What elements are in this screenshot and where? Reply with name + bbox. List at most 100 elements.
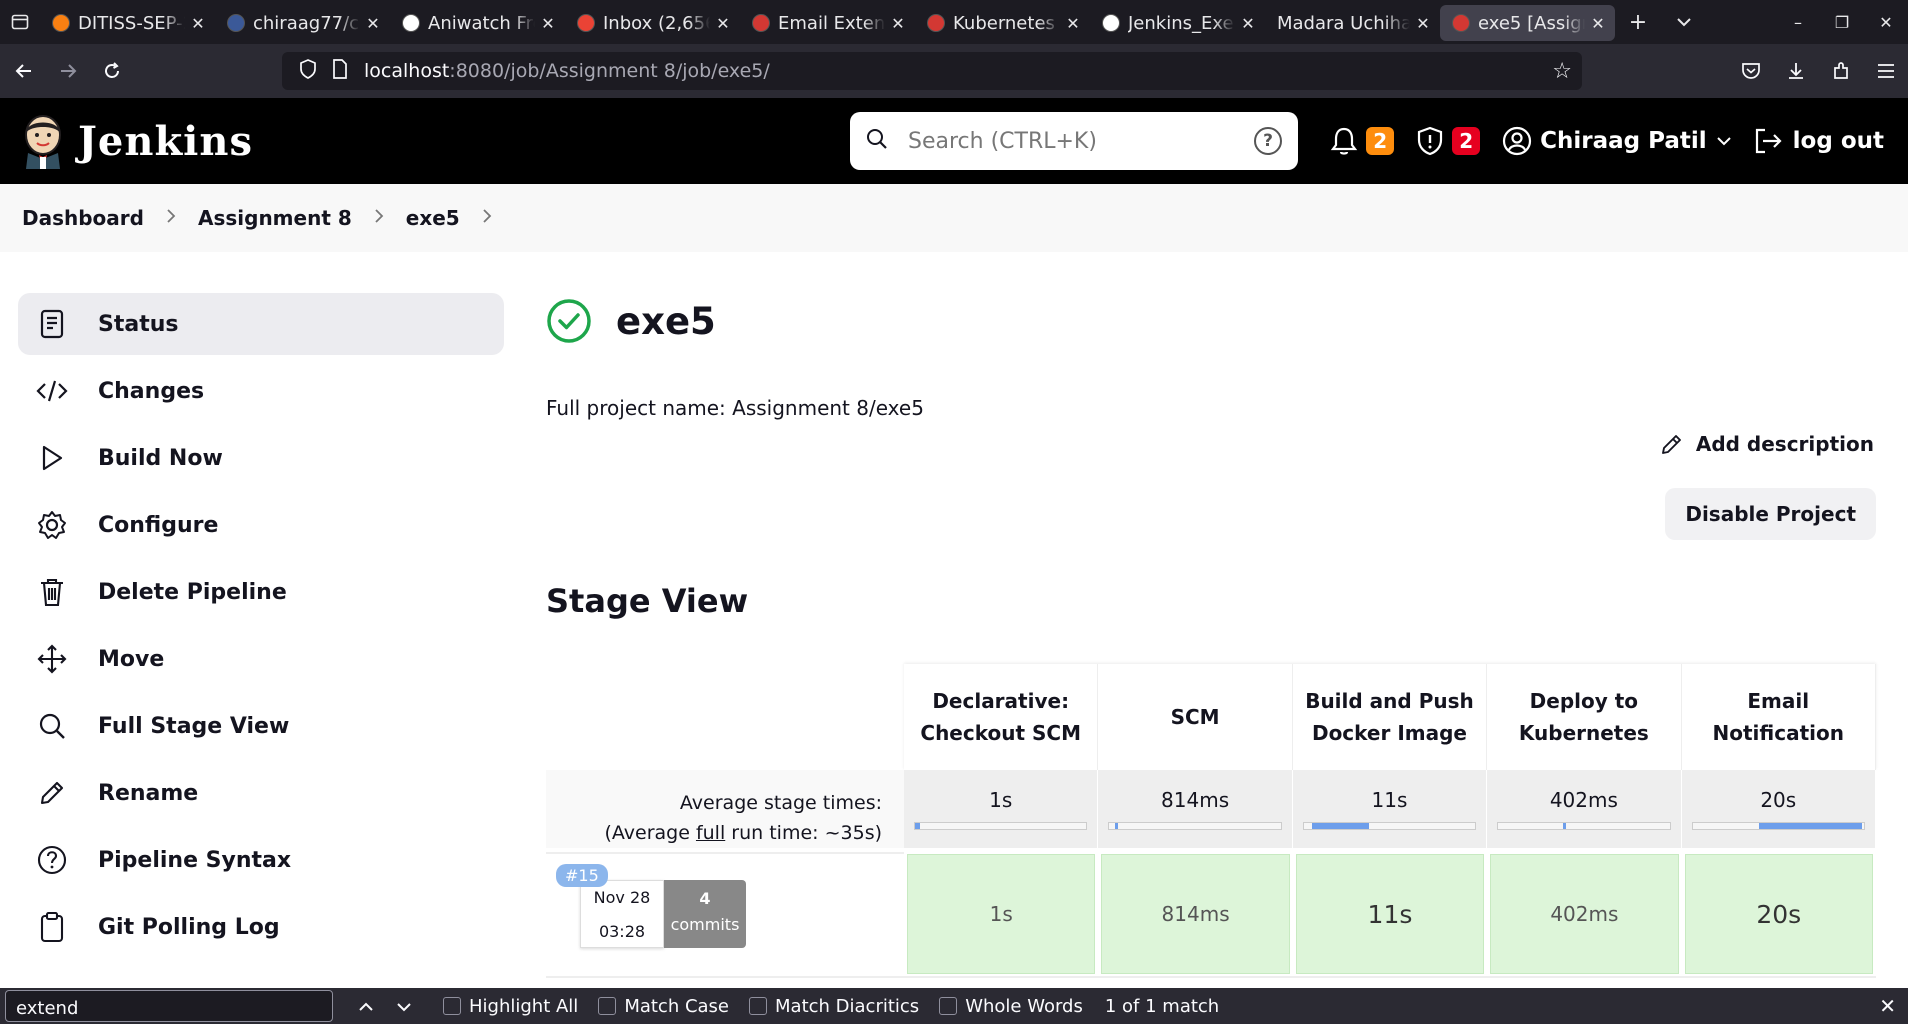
shield-alert-icon	[1418, 126, 1443, 156]
sidebar-item-status[interactable]: Status	[18, 293, 504, 355]
menu-icon[interactable]	[1863, 49, 1908, 93]
code-icon	[36, 375, 68, 407]
build-commits[interactable]: 4 commits	[664, 880, 746, 948]
highlight-all-checkbox[interactable]: Highlight All	[443, 996, 578, 1017]
close-find-bar-icon[interactable]: ✕	[1879, 994, 1896, 1018]
extensions-icon[interactable]	[1818, 49, 1863, 93]
minimize-icon[interactable]: –	[1776, 0, 1820, 44]
disable-project-button[interactable]: Disable Project	[1665, 488, 1876, 540]
new-tab-icon[interactable]: +	[1615, 0, 1661, 44]
sidebar-item-move[interactable]: Move	[18, 628, 504, 690]
find-input[interactable]	[5, 990, 333, 1022]
close-tab-icon[interactable]: ✕	[1589, 14, 1607, 33]
breadcrumb-folder[interactable]: Assignment 8	[198, 206, 352, 230]
stage-run-cell[interactable]: 20s	[1682, 852, 1876, 976]
sidebar-item-delete-pipeline[interactable]: Delete Pipeline	[18, 561, 504, 623]
breadcrumb-job[interactable]: exe5	[406, 206, 460, 230]
find-next-icon[interactable]	[385, 997, 423, 1016]
logout-button[interactable]: log out	[1753, 127, 1884, 155]
security-button[interactable]: 2	[1416, 126, 1481, 156]
breadcrumb-chevron-icon[interactable]	[482, 208, 492, 229]
browser-tab[interactable]: exe5 [Assign ✕	[1440, 5, 1615, 41]
stage-run-cell[interactable]: 402ms	[1487, 852, 1681, 976]
checkbox-box	[749, 997, 768, 1015]
find-previous-icon[interactable]	[347, 997, 385, 1016]
jenkins-logo[interactable]: Jenkins	[20, 113, 253, 169]
browser-tab[interactable]: Email Extens ✕	[740, 5, 915, 41]
browser-tab[interactable]: Aniwatch Fre ✕	[390, 5, 565, 41]
stage-time-bar-fill	[1563, 823, 1566, 829]
browser-tab[interactable]: Kubernetes (✕	[915, 5, 1090, 41]
status-icon	[36, 308, 68, 340]
user-menu[interactable]: Chiraag Patil	[1502, 126, 1731, 156]
browser-tab[interactable]: DITISS-SEP-2 ✕	[40, 5, 215, 41]
browser-tab[interactable]: Jenkins_Exe ✕	[1090, 5, 1265, 41]
sidebar-item-label: Status	[98, 311, 179, 337]
stage-average-value: 20s	[1760, 788, 1797, 812]
stage-time-bar	[1497, 822, 1671, 830]
breadcrumb-chevron-icon	[166, 208, 176, 229]
search-input[interactable]	[908, 128, 1254, 154]
breadcrumb-dashboard[interactable]: Dashboard	[22, 206, 144, 230]
close-tab-icon[interactable]: ✕	[1064, 14, 1082, 33]
shield-icon[interactable]	[292, 58, 324, 84]
match-diacritics-checkbox[interactable]: Match Diacritics	[749, 996, 919, 1017]
sidebar-item-full-stage-view[interactable]: Full Stage View	[18, 695, 504, 757]
stage-time-bar-fill	[915, 823, 921, 829]
close-window-icon[interactable]: ✕	[1864, 0, 1908, 44]
breadcrumb: Dashboard Assignment 8 exe5	[0, 184, 1908, 252]
stage-view-title: Stage View	[546, 582, 749, 620]
stage-run-cell[interactable]: 11s	[1293, 852, 1487, 976]
build-run-label: #15 Nov 28 03:28 4 commits	[546, 852, 904, 976]
page-icon[interactable]	[324, 58, 356, 84]
restore-icon[interactable]: ❐	[1820, 0, 1864, 44]
back-icon[interactable]	[2, 49, 46, 93]
commits-label: commits	[670, 915, 740, 934]
add-description-link[interactable]: Add description	[1660, 432, 1874, 456]
notifications-badge: 2	[1366, 127, 1395, 155]
bookmark-star-icon[interactable]: ☆	[1552, 59, 1572, 84]
close-tab-icon[interactable]: ✕	[889, 14, 907, 33]
stage-time-bar	[1691, 822, 1865, 830]
browser-tab[interactable]: Inbox (2,656)✕	[565, 5, 740, 41]
moodle-icon	[52, 14, 70, 32]
tab-list-icon[interactable]	[0, 0, 40, 44]
sidebar-item-configure[interactable]: Configure	[18, 494, 504, 556]
notifications-button[interactable]: 2	[1330, 126, 1395, 156]
stage-time-bar-fill	[1759, 823, 1863, 829]
search-help-icon[interactable]: ?	[1254, 127, 1282, 155]
close-tab-icon[interactable]: ✕	[1414, 14, 1432, 33]
gear-icon	[36, 509, 68, 541]
stage-run-cell[interactable]: 814ms	[1098, 852, 1292, 976]
stage-run-time: 11s	[1295, 854, 1485, 974]
match-case-checkbox[interactable]: Match Case	[598, 996, 729, 1017]
pocket-icon[interactable]	[1728, 49, 1773, 93]
build-number-badge[interactable]: #15	[556, 864, 608, 887]
url-bar[interactable]: localhost:8080/job/Assignment 8/job/exe5…	[282, 52, 1582, 90]
close-tab-icon[interactable]: ✕	[539, 14, 557, 33]
close-tab-icon[interactable]: ✕	[364, 14, 382, 33]
close-tab-icon[interactable]: ✕	[1239, 14, 1257, 33]
sidebar-item-changes[interactable]: Changes	[18, 360, 504, 422]
breadcrumb-chevron-icon	[374, 208, 384, 229]
browser-tab[interactable]: chiraag77/ch ✕	[215, 5, 390, 41]
jenkins-icon	[927, 14, 945, 32]
close-tab-icon[interactable]: ✕	[714, 14, 732, 33]
full-run-time-link[interactable]: full	[696, 822, 725, 844]
sidebar-item-git-polling-log[interactable]: Git Polling Log	[18, 896, 504, 958]
stage-run-cell[interactable]: 1s	[904, 852, 1098, 976]
chevron-down-icon[interactable]	[1661, 0, 1707, 44]
close-tab-icon[interactable]: ✕	[189, 14, 207, 33]
reload-icon[interactable]	[90, 49, 134, 93]
chevron-down-icon	[1716, 137, 1731, 146]
sidebar-item-pipeline-syntax[interactable]: Pipeline Syntax	[18, 829, 504, 891]
sidebar-item-build-now[interactable]: Build Now	[18, 427, 504, 489]
forward-icon[interactable]	[46, 49, 90, 93]
sidebar-item-label: Rename	[98, 780, 199, 806]
avg-label-prefix: (Average	[604, 822, 696, 844]
download-icon[interactable]	[1773, 49, 1818, 93]
browser-tab[interactable]: Madara Uchiha ✕	[1265, 5, 1440, 41]
sidebar-item-rename[interactable]: Rename	[18, 762, 504, 824]
search-box[interactable]: ?	[850, 112, 1298, 170]
whole-words-checkbox[interactable]: Whole Words	[939, 996, 1083, 1017]
